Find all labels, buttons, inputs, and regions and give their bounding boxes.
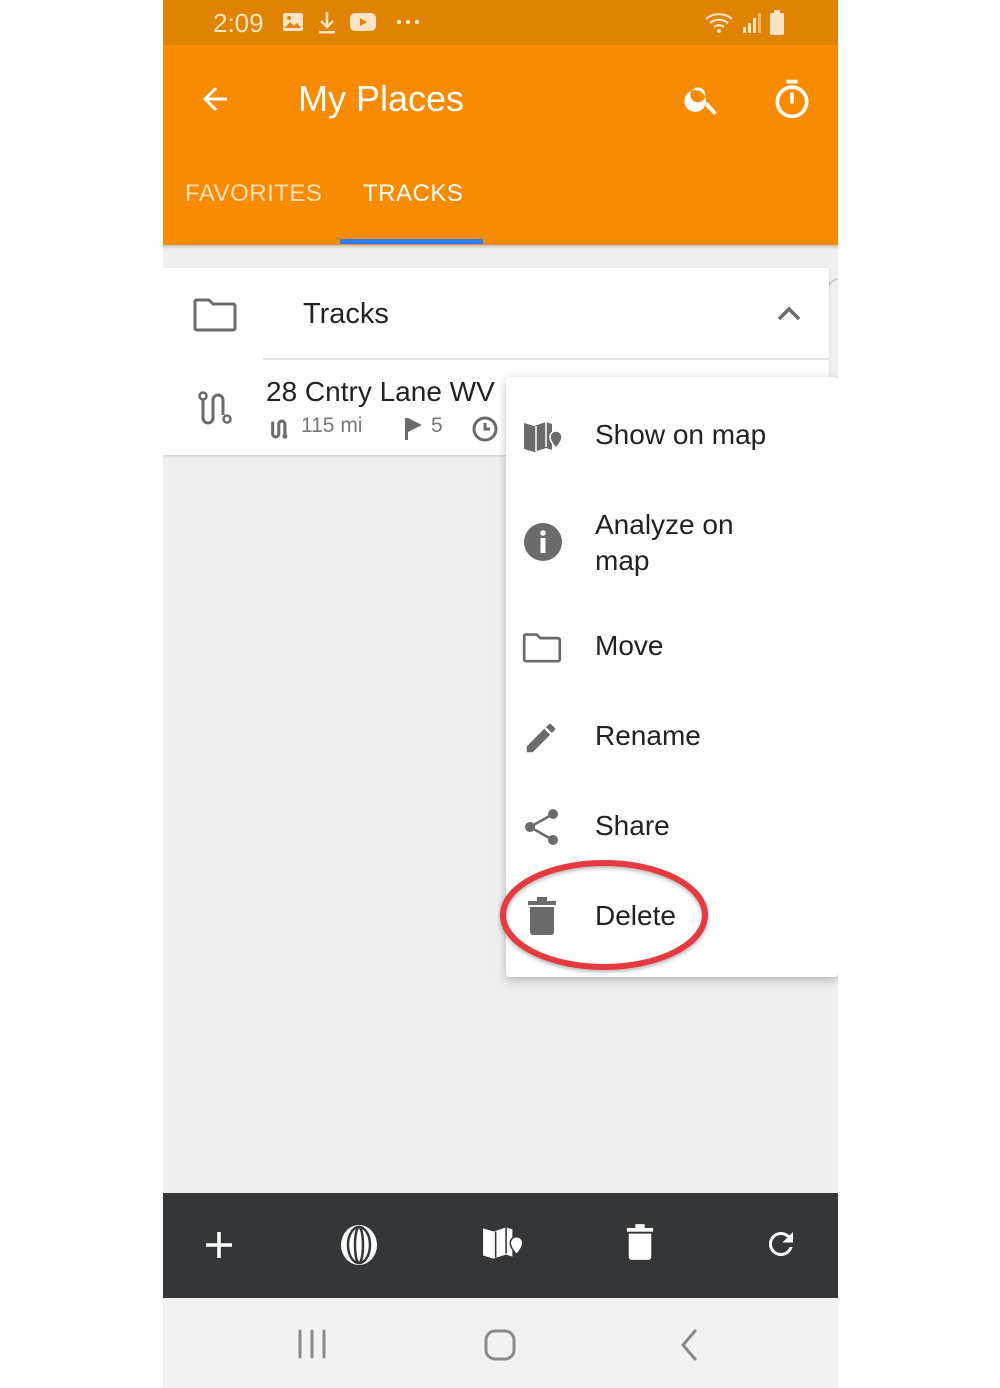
chevron-up-icon[interactable] (775, 304, 803, 324)
distance-icon (271, 419, 288, 439)
tab-favorites[interactable]: FAVORITES (185, 180, 322, 208)
menu-item-label: Rename (595, 720, 701, 751)
active-tab-indicator (340, 239, 483, 244)
trash-icon[interactable] (625, 1223, 655, 1261)
status-bar: 2:09 (163, 0, 838, 45)
flag-icon (405, 418, 422, 440)
plus-icon[interactable] (203, 1229, 235, 1261)
menu-item-analyze-on-map[interactable]: Analyze on map (506, 487, 838, 597)
download-icon (319, 12, 335, 34)
back-arrow-icon[interactable] (197, 81, 233, 117)
menu-item-label: Analyze on map (595, 509, 734, 576)
track-distance: 115 mi (301, 414, 363, 437)
menu-item-show-on-map[interactable]: Show on map (506, 397, 838, 477)
signal-icon (743, 13, 761, 33)
tab-tracks[interactable]: TRACKS (363, 180, 463, 208)
app-bar: My Places FAVORITES TRACKS (163, 45, 838, 245)
folder-icon (522, 633, 562, 663)
folder-label: Tracks (303, 298, 389, 330)
home-icon[interactable] (483, 1328, 517, 1362)
youtube-icon (350, 13, 376, 31)
image-icon (283, 13, 303, 31)
search-icon[interactable] (682, 79, 722, 119)
menu-item-label: Move (595, 630, 664, 661)
back-icon[interactable] (678, 1328, 700, 1362)
page-title: My Places (298, 78, 465, 119)
divider (263, 358, 829, 360)
share-icon (525, 809, 558, 845)
refresh-icon[interactable] (763, 1226, 799, 1262)
menu-item-rename[interactable]: Rename (506, 697, 838, 777)
system-nav-bar (163, 1298, 838, 1388)
menu-item-label: Share (595, 810, 670, 841)
pencil-icon (526, 723, 556, 753)
battery-icon (770, 10, 784, 35)
track-waypoints: 5 (431, 414, 443, 437)
map-pin-icon[interactable] (481, 1223, 527, 1263)
stopwatch-icon[interactable] (770, 77, 814, 121)
info-icon (524, 523, 562, 561)
globe-icon[interactable] (338, 1223, 380, 1267)
highlight-ring (500, 860, 708, 970)
status-time: 2:09 (213, 8, 264, 38)
bottom-toolbar (163, 1193, 838, 1298)
clock-icon (472, 416, 498, 442)
folder-icon (193, 298, 237, 332)
wifi-icon (705, 13, 733, 33)
menu-item-share[interactable]: Share (506, 787, 838, 867)
phone-screen: 2:09 My Places FAVORITES TRACKS Tracks 2… (163, 0, 838, 1388)
track-name: 28 Cntry Lane WV (266, 376, 495, 407)
menu-item-label: Show on map (595, 419, 767, 450)
track-route-icon (198, 391, 232, 425)
map-pin-icon (524, 422, 563, 452)
menu-item-move[interactable]: Move (506, 607, 838, 687)
more-dots-icon (396, 19, 420, 25)
recents-icon[interactable] (296, 1328, 328, 1360)
